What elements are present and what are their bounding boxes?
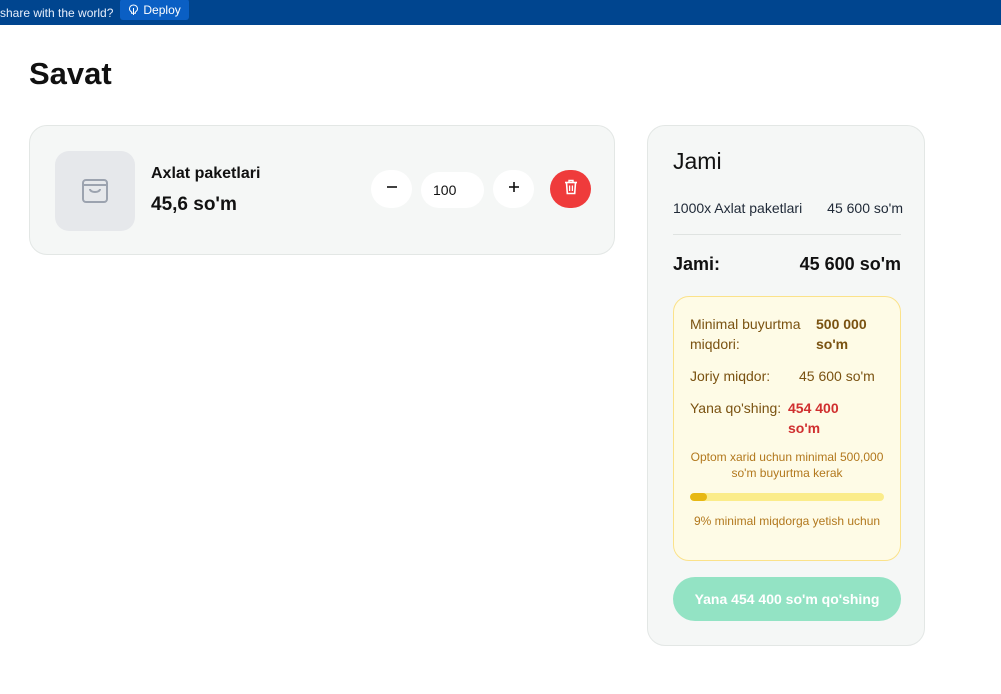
order-summary-card: Jami 1000x Axlat paketlari 45 600 so'm J… [647, 125, 925, 646]
plus-icon [508, 180, 520, 198]
remaining-amount-row: Yana qo'shing: 454 400 so'm [690, 398, 890, 438]
quantity-input[interactable] [421, 172, 484, 208]
deploy-label: Deploy [143, 2, 181, 17]
trash-icon [564, 179, 578, 200]
line-item-label: 1000x Axlat paketlari [673, 200, 803, 216]
topbar-text: share with the world? [0, 5, 114, 20]
deploy-button[interactable]: Deploy [120, 0, 189, 20]
item-price: 45,6 so'm [151, 194, 237, 215]
increase-quantity-button[interactable] [493, 170, 534, 208]
divider [673, 234, 901, 235]
shopping-bag-icon [80, 173, 110, 210]
summary-title: Jami [673, 148, 722, 174]
progress-note: 9% minimal miqdorga yetish uchun [693, 514, 881, 528]
minimum-order-value: 500 000 so'm [816, 316, 867, 352]
current-amount-label: Joriy miqdor: [690, 368, 771, 384]
decrease-quantity-button[interactable] [371, 170, 412, 208]
current-amount-row: Joriy miqdor: 45 600 so'm [690, 366, 890, 386]
cart-item-card: Axlat paketlari 45,6 so'm [29, 125, 615, 255]
item-name: Axlat paketlari [151, 165, 261, 182]
delete-item-button[interactable] [550, 170, 591, 208]
minimum-progress-fill [690, 493, 708, 501]
remaining-amount-value: 454 400 so'm [788, 400, 839, 436]
line-item-value: 45 600 so'm [827, 200, 903, 216]
total-value: 45 600 so'm [799, 254, 901, 274]
total-row: Jami: 45 600 so'm [673, 254, 901, 275]
checkout-button[interactable]: Yana 454 400 so'm qo'shing [673, 577, 901, 621]
minus-icon [386, 180, 398, 198]
current-amount-value: 45 600 so'm [799, 368, 875, 384]
minimum-order-notice: Minimal buyurtma miqdori: 500 000 so'm J… [673, 296, 901, 561]
total-label: Jami: [673, 254, 721, 274]
top-bar: share with the world? Deploy [0, 0, 1001, 25]
wholesale-note: Optom xarid uchun minimal 500,000 so'm b… [690, 450, 884, 480]
remaining-amount-label: Yana qo'shing: [690, 400, 782, 416]
minimum-order-row: Minimal buyurtma miqdori: 500 000 so'm [690, 314, 890, 354]
product-thumbnail [55, 151, 135, 231]
minimum-order-label: Minimal buyurtma miqdori: [690, 316, 801, 352]
page-title: Savat [29, 56, 112, 91]
summary-line-item: 1000x Axlat paketlari 45 600 so'm [673, 200, 903, 216]
minimum-progress-bar [690, 493, 884, 501]
deploy-icon [128, 3, 139, 16]
